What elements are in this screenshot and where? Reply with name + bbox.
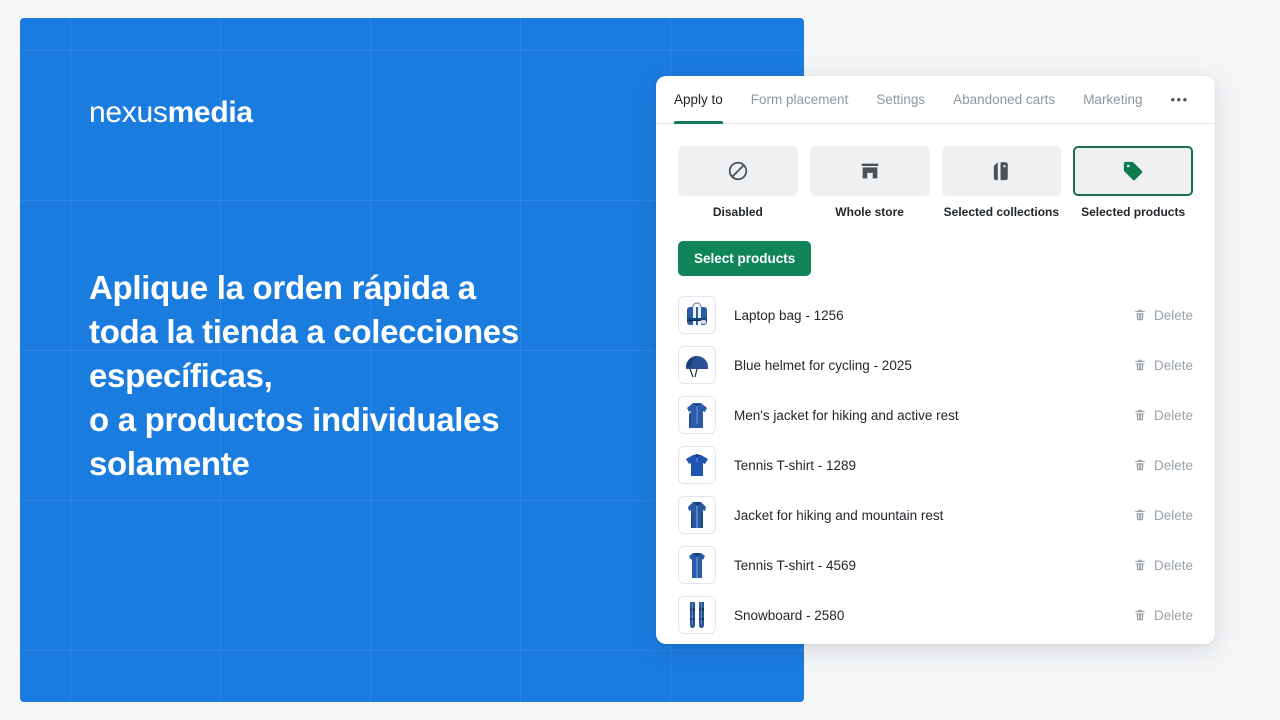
delete-button[interactable]: Delete: [1133, 458, 1193, 473]
product-title: Tennis T-shirt - 1289: [734, 457, 857, 473]
product-title: Snowboard - 2580: [734, 607, 845, 623]
delete-button[interactable]: Delete: [1133, 308, 1193, 323]
hiking-jacket-thumb: [678, 496, 716, 534]
option-selected-products[interactable]: Selected products: [1073, 146, 1193, 219]
product-title: Laptop bag - 1256: [734, 307, 844, 323]
option-selected-products-box[interactable]: [1073, 146, 1193, 196]
trash-icon: [1135, 509, 1145, 521]
option-whole-store-label: Whole store: [835, 205, 904, 219]
option-disabled[interactable]: Disabled: [678, 146, 798, 219]
delete-label: Delete: [1153, 307, 1193, 323]
tab-abandoned-carts-label: Abandoned carts: [953, 92, 1056, 107]
product-title: Jacket for hiking and mountain rest: [734, 507, 944, 523]
apply-to-options: Disabled Whole store Selected collection…: [656, 124, 1215, 219]
select-products-button[interactable]: Select products: [678, 241, 812, 276]
product-title: Men's jacket for hiking and active rest: [734, 407, 959, 423]
tab-abandoned-carts[interactable]: Abandoned carts: [939, 76, 1069, 123]
tab-form-placement[interactable]: Form placement: [737, 76, 863, 123]
price-tag-icon: [1123, 161, 1143, 181]
option-selected-collections-label: Selected collections: [943, 205, 1060, 219]
list-item[interactable]: Snowboard - 2580 Delete: [678, 590, 1193, 640]
tab-marketing[interactable]: Marketing: [1069, 76, 1156, 123]
delete-button[interactable]: Delete: [1133, 608, 1193, 623]
list-item[interactable]: Jacket for hiking and mountain rest Dele…: [678, 490, 1193, 540]
option-selected-collections-box[interactable]: [941, 146, 1062, 196]
tab-marketing-label: Marketing: [1083, 92, 1143, 107]
list-item[interactable]: Tennis T-shirt - 1289 Delete: [678, 440, 1193, 490]
delete-button[interactable]: Delete: [1133, 558, 1193, 573]
brand-logo-light: nexus: [89, 96, 168, 129]
tab-apply-to[interactable]: Apply to: [674, 76, 737, 124]
delete-label: Delete: [1153, 357, 1193, 373]
delete-label: Delete: [1153, 407, 1193, 423]
tab-settings[interactable]: Settings: [862, 76, 939, 123]
list-item[interactable]: Men's jacket for hiking and active rest …: [678, 390, 1193, 440]
blue-helmet-thumb: [678, 346, 716, 384]
selected-products-list: Laptop bag - 1256 Delete Blue helmet for…: [656, 276, 1215, 640]
list-item[interactable]: Laptop bag - 1256 Delete: [678, 290, 1193, 340]
list-item[interactable]: Tennis T-shirt - 4569 Delete: [678, 540, 1193, 590]
tennis-tshirt-polo-thumb: [678, 446, 716, 484]
delete-button[interactable]: Delete: [1133, 508, 1193, 523]
ellipsis-icon[interactable]: •••: [1156, 76, 1202, 123]
trash-icon: [1135, 309, 1145, 321]
trash-icon: [1135, 359, 1145, 371]
option-disabled-label: Disabled: [712, 205, 763, 219]
laptop-bag-thumb: [678, 296, 716, 334]
tabbar: Apply to Form placement Settings Abandon…: [656, 76, 1215, 124]
delete-label: Delete: [1153, 607, 1193, 623]
tab-form-placement-label: Form placement: [750, 92, 849, 107]
trash-icon: [1135, 559, 1145, 571]
option-selected-collections[interactable]: Selected collections: [941, 146, 1062, 219]
delete-button[interactable]: Delete: [1133, 408, 1193, 423]
trash-icon: [1135, 609, 1145, 621]
delete-button[interactable]: Delete: [1133, 358, 1193, 373]
tab-settings-label: Settings: [876, 92, 926, 107]
trash-icon: [1135, 409, 1145, 421]
list-item[interactable]: Blue helmet for cycling - 2025 Delete: [678, 340, 1193, 390]
brand-logo-bold: media: [167, 96, 254, 129]
snowboard-skis-thumb: [678, 596, 716, 634]
product-title: Blue helmet for cycling - 2025: [734, 357, 912, 373]
mens-jacket-thumb: [678, 396, 716, 434]
option-whole-store-box[interactable]: [809, 146, 930, 196]
trash-icon: [1135, 459, 1145, 471]
collection-tags-icon: [994, 162, 1009, 181]
brand-logo: nexusmedia: [89, 96, 253, 130]
option-whole-store[interactable]: Whole store: [809, 146, 930, 219]
apply-to-settings-card: Apply to Form placement Settings Abandon…: [656, 76, 1215, 644]
store-icon: [861, 163, 878, 179]
slash-circle-icon: [728, 161, 748, 181]
option-selected-products-label: Selected products: [1081, 205, 1186, 219]
tennis-tank-thumb: [678, 546, 716, 584]
delete-label: Delete: [1153, 557, 1193, 573]
product-title: Tennis T-shirt - 4569: [734, 557, 857, 573]
tab-apply-to-label: Apply to: [674, 92, 723, 107]
promo-headline: Aplique la orden rápida a toda la tienda…: [89, 269, 519, 482]
option-disabled-box[interactable]: [678, 146, 798, 196]
delete-label: Delete: [1153, 457, 1193, 473]
delete-label: Delete: [1153, 507, 1193, 523]
